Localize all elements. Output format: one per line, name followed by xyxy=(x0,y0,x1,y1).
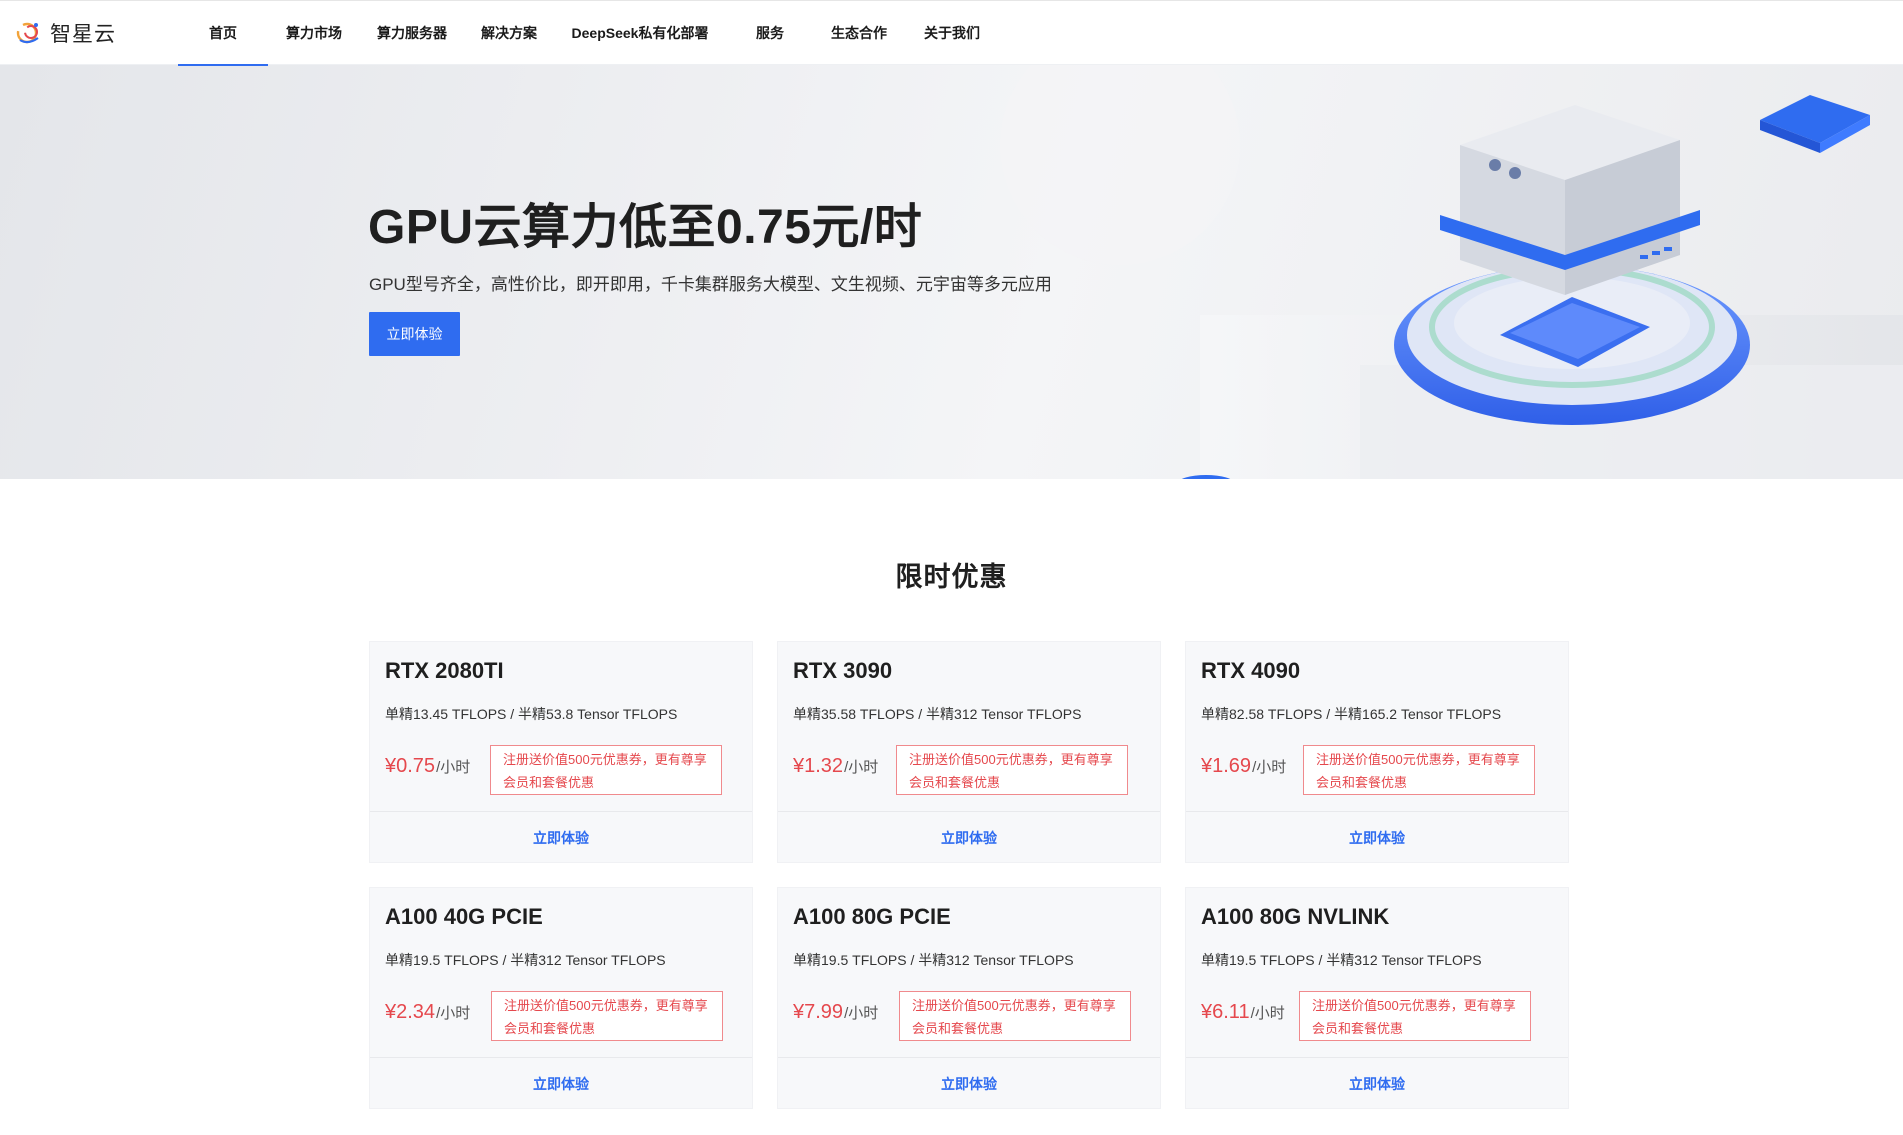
promo-badge: 注册送价值500元优惠券，更有尊享会员和套餐优惠 xyxy=(1299,991,1531,1041)
card-try-now-link[interactable]: 立即体验 xyxy=(1186,1058,1568,1109)
gpu-spec: 单精82.58 TFLOPS / 半精165.2 Tensor TFLOPS xyxy=(1201,706,1502,722)
nav-compute-servers[interactable]: 算力服务器 xyxy=(369,1,455,65)
promo-badge: 注册送价值500元优惠券，更有尊享会员和套餐优惠 xyxy=(490,745,722,795)
nav-home[interactable]: 首页 xyxy=(178,1,268,66)
nav-about-us[interactable]: 关于我们 xyxy=(915,1,989,65)
gpu-price: ¥2.34 /小时 xyxy=(385,1001,470,1024)
hero-banner: GPU云算力低至0.75元/时 GPU型号齐全，高性价比，即开即用，千卡集群服务… xyxy=(0,65,1903,479)
offer-card-rtx-3090: RTX 3090 单精35.58 TFLOPS / 半精312 Tensor T… xyxy=(777,641,1161,863)
offer-card-rtx-4090: RTX 4090 单精82.58 TFLOPS / 半精165.2 Tensor… xyxy=(1185,641,1569,863)
brand-name: 智星云 xyxy=(50,23,116,46)
offer-card-a100-80g-pcie: A100 80G PCIE 单精19.5 TFLOPS / 半精312 Tens… xyxy=(777,887,1161,1109)
top-navbar: 智星云 首页 算力市场 算力服务器 解决方案 DeepSeek私有化部署 服务 … xyxy=(0,0,1903,66)
price-value: ¥2.34 xyxy=(385,1001,436,1023)
brand-logo[interactable]: 智星云 xyxy=(14,18,116,48)
offer-card-a100-40g-pcie: A100 40G PCIE 单精19.5 TFLOPS / 半精312 Tens… xyxy=(369,887,753,1109)
price-unit: /小时 xyxy=(844,759,879,776)
nav-ecosystem[interactable]: 生态合作 xyxy=(822,1,896,65)
card-try-now-link[interactable]: 立即体验 xyxy=(370,812,752,863)
gpu-spec: 单精13.45 TFLOPS / 半精53.8 Tensor TFLOPS xyxy=(385,706,678,722)
price-unit: /小时 xyxy=(1252,759,1287,776)
hero-subtitle: GPU型号齐全，高性价比，即开即用，千卡集群服务大模型、文生视频、元宇宙等多元应… xyxy=(369,275,1052,294)
gpu-spec: 单精19.5 TFLOPS / 半精312 Tensor TFLOPS xyxy=(793,952,1074,968)
gpu-price: ¥6.11 /小时 xyxy=(1201,1001,1285,1024)
gpu-price: ¥7.99 /小时 xyxy=(793,1001,878,1024)
gpu-price: ¥1.69 /小时 xyxy=(1201,755,1286,778)
card-try-now-link[interactable]: 立即体验 xyxy=(778,812,1160,863)
price-unit: /小时 xyxy=(436,759,471,776)
price-unit: /小时 xyxy=(1250,1005,1285,1022)
nav-services[interactable]: 服务 xyxy=(744,1,796,65)
price-value: ¥0.75 xyxy=(385,755,436,777)
gpu-model-name: RTX 4090 xyxy=(1201,658,1301,683)
nav-deepseek-deploy[interactable]: DeepSeek私有化部署 xyxy=(565,1,715,65)
price-unit: /小时 xyxy=(436,1005,471,1022)
promo-badge: 注册送价值500元优惠券，更有尊享会员和套餐优惠 xyxy=(899,991,1131,1041)
gpu-model-name: RTX 3090 xyxy=(793,658,893,683)
price-value: ¥7.99 xyxy=(793,1001,844,1023)
hero-try-now-button[interactable]: 立即体验 xyxy=(369,312,460,356)
price-unit: /小时 xyxy=(844,1005,879,1022)
gpu-model-name: RTX 2080TI xyxy=(385,658,504,683)
nav-compute-market[interactable]: 算力市场 xyxy=(277,1,351,65)
hero-title: GPU云算力低至0.75元/时 xyxy=(368,201,923,254)
gpu-spec: 单精35.58 TFLOPS / 半精312 Tensor TFLOPS xyxy=(793,706,1082,722)
promo-badge: 注册送价值500元优惠券，更有尊享会员和套餐优惠 xyxy=(1303,745,1535,795)
gpu-price: ¥0.75 /小时 xyxy=(385,755,470,778)
nav-solutions[interactable]: 解决方案 xyxy=(472,1,546,65)
gpu-model-name: A100 80G PCIE xyxy=(793,904,951,929)
gpu-price: ¥1.32 /小时 xyxy=(793,755,878,778)
price-value: ¥1.69 xyxy=(1201,755,1252,777)
offers-section-title: 限时优惠 xyxy=(895,562,1008,592)
price-value: ¥1.32 xyxy=(793,755,844,777)
gpu-spec: 单精19.5 TFLOPS / 半精312 Tensor TFLOPS xyxy=(1201,952,1482,968)
offer-card-rtx-2080ti: RTX 2080TI 单精13.45 TFLOPS / 半精53.8 Tenso… xyxy=(369,641,753,863)
gpu-model-name: A100 40G PCIE xyxy=(385,904,543,929)
card-try-now-link[interactable]: 立即体验 xyxy=(778,1058,1160,1109)
promo-badge: 注册送价值500元优惠券，更有尊享会员和套餐优惠 xyxy=(896,745,1128,795)
gpu-model-name: A100 80G NVLINK xyxy=(1201,904,1390,929)
brand-logo-icon xyxy=(16,22,39,44)
card-try-now-link[interactable]: 立即体验 xyxy=(1186,812,1568,863)
promo-badge: 注册送价值500元优惠券，更有尊享会员和套餐优惠 xyxy=(491,991,723,1041)
price-value: ¥6.11 xyxy=(1201,1001,1250,1023)
gpu-spec: 单精19.5 TFLOPS / 半精312 Tensor TFLOPS xyxy=(385,952,666,968)
offer-card-a100-80g-nvlink: A100 80G NVLINK 单精19.5 TFLOPS / 半精312 Te… xyxy=(1185,887,1569,1109)
card-try-now-link[interactable]: 立即体验 xyxy=(370,1058,752,1109)
